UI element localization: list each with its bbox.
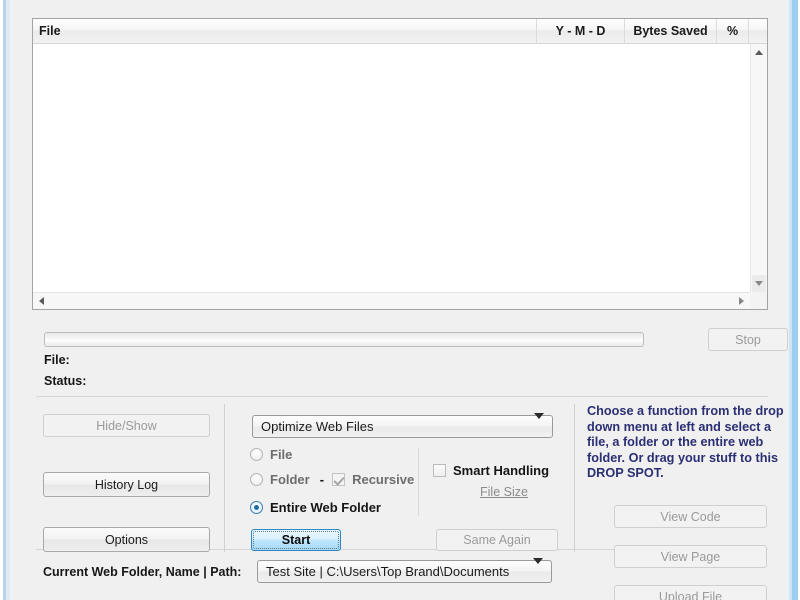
- hide-show-button-label: Hide/Show: [96, 418, 157, 433]
- smart-handling-checkbox[interactable]: Smart Handling: [433, 463, 549, 478]
- list-column-header-row: File Y - M - D Bytes Saved %: [33, 19, 767, 44]
- scroll-down-icon[interactable]: [751, 275, 767, 292]
- view-code-button-label: View Code: [660, 509, 721, 524]
- view-page-button-label: View Page: [660, 549, 721, 564]
- file-size-link-label: File Size: [480, 485, 528, 499]
- status-label-text: Status:: [44, 374, 87, 388]
- list-body-empty[interactable]: [33, 44, 750, 292]
- view-page-button[interactable]: View Page: [614, 545, 767, 568]
- upload-file-button[interactable]: Upload File: [614, 585, 767, 600]
- column-header-file[interactable]: File: [33, 19, 537, 43]
- upload-file-button-label: Upload File: [658, 589, 723, 600]
- panel-divider-left: [224, 404, 225, 552]
- panel-divider-center: [418, 448, 419, 516]
- start-button[interactable]: Start: [251, 529, 341, 551]
- radio-indicator: [250, 473, 263, 486]
- drop-spot-instructions: Choose a function from the drop down men…: [587, 404, 784, 481]
- column-header-percent[interactable]: %: [717, 19, 749, 43]
- list-vertical-scrollbar[interactable]: [750, 44, 767, 292]
- scope-radio-entire-web-folder[interactable]: Entire Web Folder: [250, 500, 381, 515]
- history-log-button[interactable]: History Log: [43, 472, 210, 497]
- progress-bar: [44, 332, 644, 347]
- checkbox-indicator: [332, 473, 346, 486]
- application-window: File Y - M - D Bytes Saved % Stop File: …: [0, 0, 800, 600]
- scrollbar-corner: [750, 292, 767, 309]
- client-area: File Y - M - D Bytes Saved % Stop File: …: [14, 0, 788, 600]
- folder-dash: -: [319, 472, 325, 487]
- radio-indicator: [250, 501, 263, 514]
- scope-radio-file-label: File: [270, 447, 293, 462]
- scroll-left-icon[interactable]: [33, 293, 50, 309]
- column-header-percent-label: %: [726, 24, 739, 38]
- current-file-label-text: File:: [44, 353, 70, 367]
- function-select[interactable]: Optimize Web Files: [252, 413, 553, 438]
- column-header-filler: [749, 19, 767, 43]
- scope-radio-file[interactable]: File: [250, 447, 292, 462]
- current-web-folder-select[interactable]: Test Site | C:\Users\Top Brand\Documents: [257, 558, 552, 583]
- window-frame-right-edge: [786, 0, 800, 600]
- same-again-button-label: Same Again: [463, 533, 531, 547]
- column-header-file-label: File: [39, 24, 61, 38]
- recursive-label: Recursive: [352, 472, 415, 487]
- section-divider-top: [36, 396, 768, 397]
- current-web-folder-value: Test Site | C:\Users\Top Brand\Documents: [266, 564, 510, 579]
- chevron-down-icon: [534, 413, 544, 434]
- status-label: Status:: [44, 374, 86, 388]
- column-header-ymd-label: Y - M - D: [555, 24, 606, 38]
- scope-radio-folder-label: Folder: [270, 472, 310, 487]
- scope-radio-folder[interactable]: Folder - Recursive: [250, 472, 414, 487]
- options-button-label: Options: [104, 532, 149, 547]
- chevron-down-icon: [533, 558, 543, 579]
- hide-show-button[interactable]: Hide/Show: [43, 414, 210, 437]
- window-frame-left-edge: [0, 0, 14, 600]
- same-again-button[interactable]: Same Again: [436, 529, 558, 551]
- options-button[interactable]: Options: [43, 527, 210, 552]
- results-list-view[interactable]: File Y - M - D Bytes Saved %: [32, 18, 768, 310]
- scroll-right-icon[interactable]: [733, 293, 750, 309]
- checkbox-indicator: [433, 464, 446, 477]
- stop-button-label: Stop: [735, 332, 761, 347]
- recursive-checkbox[interactable]: - Recursive: [320, 472, 415, 487]
- panel-divider-right: [574, 404, 575, 552]
- current-file-label: File:: [44, 353, 70, 367]
- history-log-button-label: History Log: [94, 477, 159, 492]
- function-select-value: Optimize Web Files: [261, 419, 374, 434]
- column-header-bytes-saved-label: Bytes Saved: [633, 24, 708, 38]
- smart-handling-label: Smart Handling: [453, 463, 550, 478]
- scope-radio-entire-web-folder-label: Entire Web Folder: [270, 500, 381, 515]
- view-code-button[interactable]: View Code: [614, 505, 767, 528]
- file-size-link[interactable]: File Size: [480, 485, 528, 499]
- column-header-ymd[interactable]: Y - M - D: [537, 19, 625, 43]
- list-horizontal-scrollbar[interactable]: [33, 292, 750, 309]
- current-web-folder-label: Current Web Folder, Name | Path:: [43, 565, 242, 579]
- column-header-bytes-saved[interactable]: Bytes Saved: [625, 19, 717, 43]
- radio-indicator: [250, 448, 263, 461]
- stop-button[interactable]: Stop: [708, 328, 788, 351]
- start-button-label: Start: [281, 533, 311, 547]
- scroll-up-icon[interactable]: [751, 44, 767, 61]
